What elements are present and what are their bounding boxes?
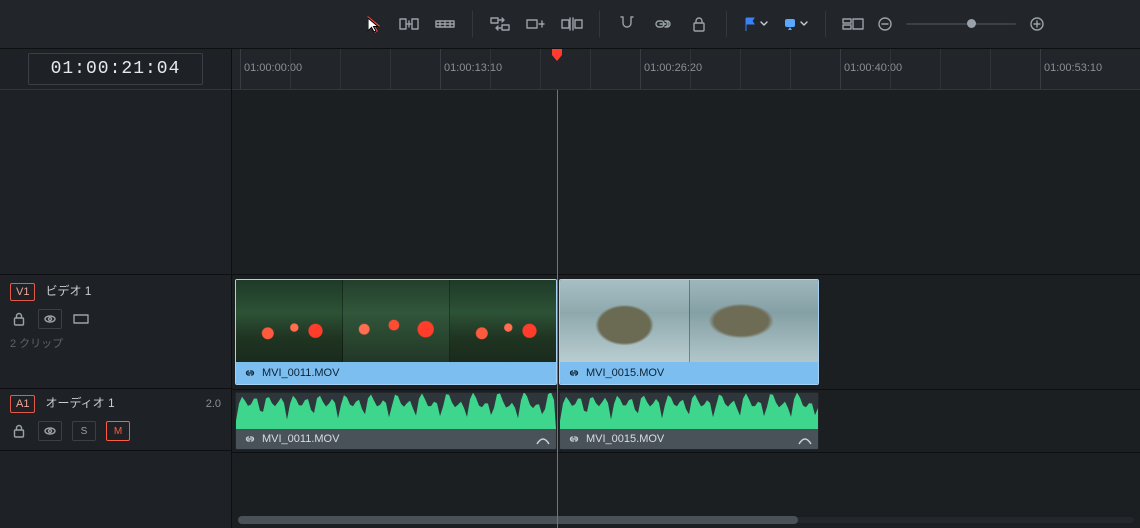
timecode-display[interactable]: 01:00:21:04 <box>0 49 231 90</box>
track-thumb-icon[interactable] <box>72 310 90 328</box>
blade-tool-icon[interactable] <box>398 13 420 35</box>
zoom-in-icon[interactable] <box>1026 13 1048 35</box>
ruler-label: 01:00:00:00 <box>244 61 302 75</box>
audio-clip[interactable]: MVI_0011.MOV <box>235 392 557 450</box>
append-tool-icon[interactable] <box>525 13 547 35</box>
audio-track-lock-icon[interactable] <box>10 422 28 440</box>
zoom-thumb[interactable] <box>967 19 976 28</box>
video-track-header[interactable]: V1 ビデオ 1 2 クリップ <box>0 275 231 389</box>
insert-tool-icon[interactable] <box>434 13 456 35</box>
playhead-line <box>557 90 558 528</box>
chevron-down-icon <box>759 19 769 29</box>
clip-thumbnail <box>343 280 450 362</box>
auto-select-icon[interactable] <box>38 309 62 329</box>
clip-thumbnail <box>236 280 343 362</box>
fade-icon <box>798 432 812 446</box>
audio-track-tag[interactable]: A1 <box>10 395 35 413</box>
snap-icon[interactable] <box>616 13 638 35</box>
clip-label: MVI_0011.MOV <box>262 366 339 380</box>
audio-track-lane[interactable]: MVI_0011.MOV MVI_0015.MOV <box>232 390 1140 453</box>
mute-button[interactable]: M <box>106 421 130 441</box>
video-track-name: ビデオ 1 <box>45 284 91 300</box>
link-icon[interactable] <box>652 13 674 35</box>
zoom-slider[interactable] <box>874 13 1048 35</box>
clip-thumbnail <box>450 280 556 362</box>
marker-menu[interactable] <box>783 17 809 31</box>
video-track-lane[interactable]: MVI_0011.MOV MVI_0015.MOV <box>232 275 1140 390</box>
audio-track-name: オーディオ 1 <box>45 396 114 412</box>
clip-link-icon <box>244 367 256 379</box>
ruler-label: 01:00:40:00 <box>844 61 902 75</box>
audio-clip[interactable]: MVI_0015.MOV <box>559 392 819 450</box>
audio-track-header[interactable]: A1 オーディオ 1 2.0 S M <box>0 389 231 451</box>
selection-tool-icon[interactable] <box>362 13 384 35</box>
ruler-label: 01:00:26:20 <box>644 61 702 75</box>
ruler-label: 01:00:13:10 <box>444 61 502 75</box>
swap-tool-icon[interactable] <box>489 13 511 35</box>
zoom-track[interactable] <box>906 23 1016 25</box>
zoom-out-icon[interactable] <box>874 13 896 35</box>
clip-link-icon <box>568 367 580 379</box>
flag-marker-menu[interactable] <box>743 16 769 32</box>
horizontal-scrollbar[interactable] <box>232 514 1140 524</box>
solo-button[interactable]: S <box>72 421 96 441</box>
chevron-down-icon <box>799 19 809 29</box>
timecode-value: 01:00:21:04 <box>28 53 204 85</box>
clip-count-label: 2 クリップ <box>10 337 221 351</box>
clip-link-icon <box>244 433 256 445</box>
clip-label: MVI_0011.MOV <box>262 432 339 446</box>
lock-icon[interactable] <box>688 13 710 35</box>
clip-thumbnail <box>690 280 819 362</box>
clip-thumbnail <box>560 280 690 362</box>
clip-label: MVI_0015.MOV <box>586 432 664 446</box>
timeline-view-options-icon[interactable] <box>842 13 864 35</box>
fade-icon <box>536 432 550 446</box>
ruler-label: 01:00:53:10 <box>1044 61 1102 75</box>
track-lock-icon[interactable] <box>10 310 28 328</box>
video-clip[interactable]: MVI_0011.MOV <box>235 279 557 385</box>
time-ruler[interactable]: 01:00:00:00 01:00:13:10 01:00:26:20 01:00:4… <box>232 49 1140 90</box>
track-header-panel: 01:00:21:04 V1 ビデオ 1 <box>0 49 232 528</box>
audio-channels: 2.0 <box>206 397 221 411</box>
clip-link-icon <box>568 433 580 445</box>
timeline-toolbar <box>0 0 1140 49</box>
ripple-tool-icon[interactable] <box>561 13 583 35</box>
scrollbar-thumb[interactable] <box>238 516 798 524</box>
audio-auto-select-icon[interactable] <box>38 421 62 441</box>
clip-label: MVI_0015.MOV <box>586 366 664 380</box>
timeline-area[interactable]: 01:00:00:00 01:00:13:10 01:00:26:20 01:00:4… <box>232 49 1140 528</box>
video-track-tag[interactable]: V1 <box>10 283 35 301</box>
video-clip[interactable]: MVI_0015.MOV <box>559 279 819 385</box>
playhead-handle[interactable] <box>550 49 564 63</box>
